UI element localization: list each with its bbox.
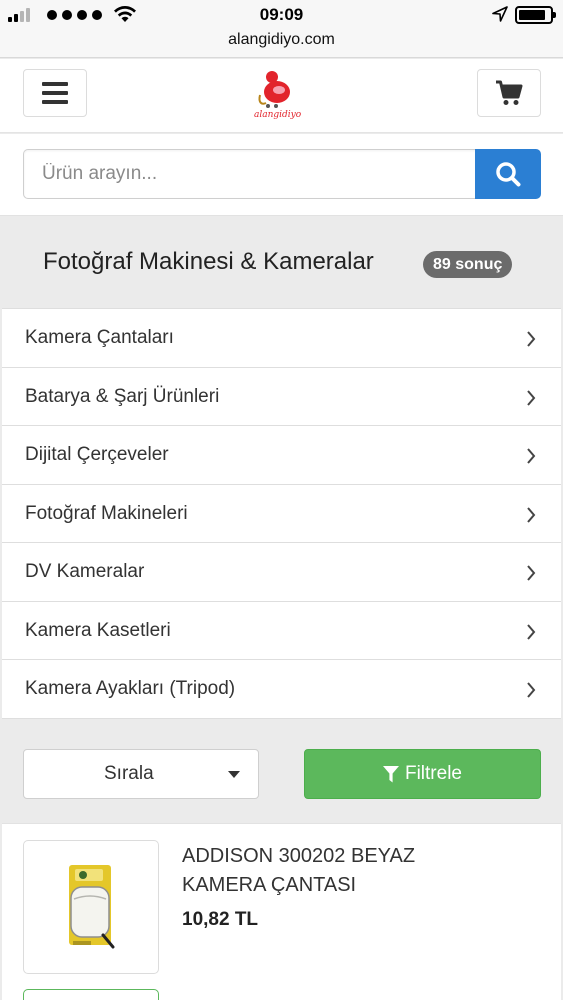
chevron-right-icon (527, 506, 536, 523)
subcategory-label: Fotoğraf Makineleri (25, 502, 188, 524)
subcategory-label: Kamera Ayakları (Tripod) (25, 678, 236, 699)
camera-bag-image (69, 865, 115, 949)
site-logo[interactable]: alangidiyo (250, 65, 310, 123)
search-button[interactable] (475, 149, 541, 199)
subcategory-label: Batarya & Şarj Ürünleri (25, 385, 220, 407)
page-title: Fotoğraf Makinesi & Kameralar (43, 248, 374, 275)
product-card-next (23, 989, 159, 1000)
subcategory-label: Dijital Çerçeveler (25, 444, 169, 465)
subcategory-label: DV Kameralar (25, 561, 145, 582)
address-bar-url[interactable]: alangidiyo.com (0, 31, 563, 49)
chevron-right-icon (527, 448, 536, 464)
filter-label: Filtrele (404, 763, 462, 784)
chevron-right-icon (527, 331, 536, 347)
chevron-right-icon (527, 389, 536, 406)
subcategory-list: Kamera Çantaları Batarya & Şarj Ürünleri… (2, 308, 561, 719)
hamburger-icon (42, 82, 68, 86)
filter-button[interactable]: Filtrele (304, 749, 541, 799)
subcategory-item-fotograf-makineleri[interactable]: Fotoğraf Makineleri (2, 484, 561, 543)
subcategory-item-kamera-kasetleri[interactable]: Kamera Kasetleri (2, 601, 561, 660)
filter-icon (382, 765, 399, 782)
subcategory-item-batarya-sarj[interactable]: Batarya & Şarj Ürünleri (2, 367, 561, 426)
product-image[interactable] (23, 840, 159, 974)
caret-down-icon (228, 771, 240, 778)
search-bar (0, 134, 563, 216)
sort-dropdown[interactable]: Sırala (23, 749, 259, 799)
search-icon (496, 162, 521, 187)
status-bar: 09:09 alangidiyo.com (0, 0, 563, 58)
result-count-badge: 89 sonuç (423, 251, 513, 278)
shopping-cart-icon (496, 80, 523, 105)
product-card[interactable]: ADDISON 300202 BEYAZ KAMERA ÇANTASI 10,8… (2, 823, 561, 1000)
menu-button[interactable] (23, 69, 87, 117)
subcategory-item-kamera-cantalari[interactable]: Kamera Çantaları (2, 309, 561, 368)
battery-icon (515, 6, 556, 24)
subcategory-item-kamera-ayaklari[interactable]: Kamera Ayakları (Tripod) (2, 660, 561, 719)
svg-text:alangidiyo: alangidiyo (254, 110, 302, 120)
subcategory-item-dijital-cerceveler[interactable]: Dijital Çerçeveler (2, 426, 561, 485)
product-price: 10,82 TL (182, 909, 259, 930)
search-input[interactable] (23, 149, 476, 199)
sort-label: Sırala (104, 763, 154, 784)
category-header: Fotoğraf Makinesi & Kameralar 89 sonuç (0, 217, 563, 308)
subcategory-label: Kamera Kasetleri (25, 619, 171, 641)
cart-button[interactable] (477, 69, 541, 117)
subcategory-label: Kamera Çantaları (25, 327, 174, 348)
chevron-right-icon (527, 565, 536, 581)
product-name[interactable]: ADDISON 300202 BEYAZ KAMERA ÇANTASI (182, 842, 472, 900)
status-time: 09:09 (259, 5, 304, 24)
chevron-right-icon (527, 623, 536, 640)
chevron-right-icon (527, 682, 536, 698)
site-header: alangidiyo (0, 59, 563, 133)
subcategory-item-dv-kameralar[interactable]: DV Kameralar (2, 543, 561, 602)
location-arrow-icon (492, 6, 508, 22)
